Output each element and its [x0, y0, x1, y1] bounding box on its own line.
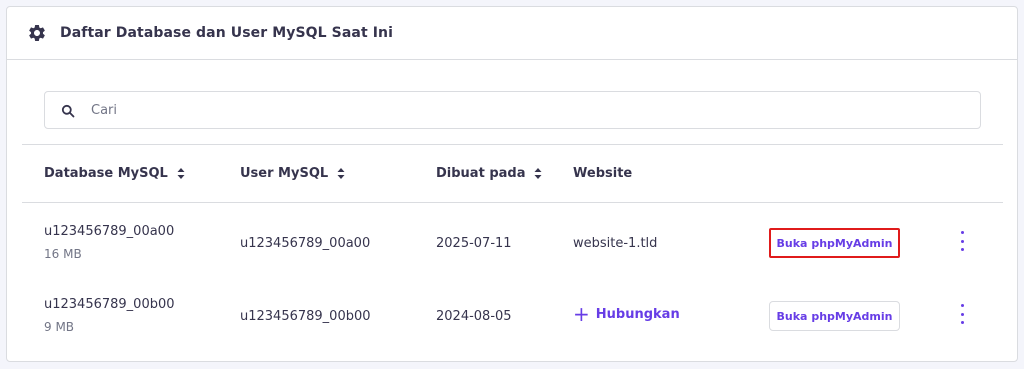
- database-size: 9 MB: [44, 320, 75, 334]
- table-row: u123456789_00b00 9 MB u123456789_00b00 2…: [22, 280, 1003, 353]
- sort-icon: [534, 168, 542, 179]
- more-options-icon[interactable]: [956, 304, 968, 324]
- database-name: u123456789_00b00: [44, 297, 175, 312]
- column-header-label: Database MySQL: [44, 166, 168, 181]
- search-icon: [61, 103, 75, 118]
- column-header-label: User MySQL: [240, 166, 329, 181]
- open-phpmyadmin-button[interactable]: Buka phpMyAdmin: [769, 228, 900, 258]
- database-size: 16 MB: [44, 247, 82, 261]
- more-options-icon[interactable]: [956, 231, 968, 251]
- sort-icon: [177, 168, 185, 179]
- column-header-database[interactable]: Database MySQL: [44, 166, 185, 181]
- user-name: u123456789_00b00: [240, 309, 371, 324]
- card-header: Daftar Database dan User MySQL Saat Ini: [7, 7, 1017, 60]
- created-date: 2024-08-05: [436, 309, 512, 324]
- created-date: 2025-07-11: [436, 236, 512, 251]
- website-domain: website-1.tld: [573, 236, 658, 251]
- user-name: u123456789_00a00: [240, 236, 371, 251]
- search-box[interactable]: [44, 91, 981, 129]
- search-input[interactable]: [89, 94, 980, 126]
- column-header-label: Dibuat pada: [436, 166, 526, 181]
- column-header-website: Website: [573, 166, 632, 181]
- gear-icon: [27, 23, 47, 43]
- column-header-created[interactable]: Dibuat pada: [436, 166, 542, 181]
- table-row: u123456789_00a00 16 MB u123456789_00a00 …: [22, 207, 1003, 280]
- connect-label: Hubungkan: [595, 306, 680, 322]
- column-header-user[interactable]: User MySQL: [240, 166, 345, 181]
- database-table: Database MySQL User MySQL Dibuat pada We…: [22, 144, 1003, 353]
- card-title: Daftar Database dan User MySQL Saat Ini: [60, 25, 393, 41]
- table-header: Database MySQL User MySQL Dibuat pada We…: [22, 144, 1003, 203]
- open-phpmyadmin-button[interactable]: Buka phpMyAdmin: [769, 301, 900, 331]
- connect-website-link[interactable]: + Hubungkan: [573, 304, 680, 324]
- database-list-card: Daftar Database dan User MySQL Saat Ini …: [6, 6, 1018, 362]
- database-name: u123456789_00a00: [44, 224, 175, 239]
- plus-icon: +: [573, 302, 590, 326]
- column-header-label: Website: [573, 166, 633, 181]
- sort-icon: [337, 168, 345, 179]
